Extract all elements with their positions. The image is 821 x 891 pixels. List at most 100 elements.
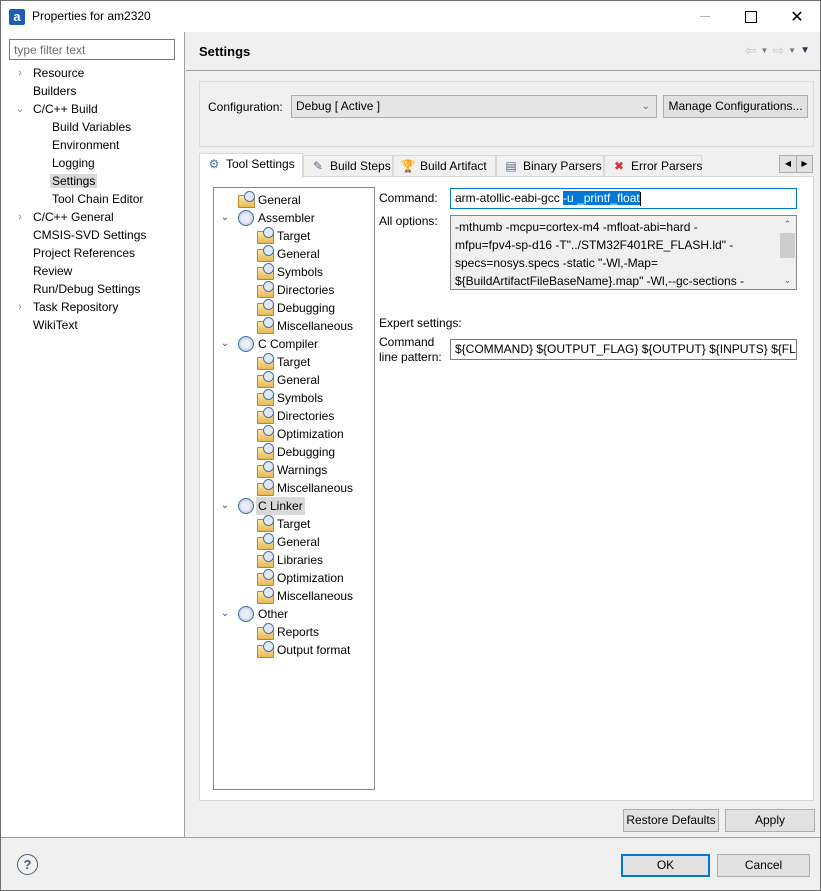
scroll-up-icon[interactable]: ⌃ [779, 216, 796, 233]
help-icon[interactable]: ? [17, 854, 38, 875]
cancel-button[interactable]: Cancel [717, 854, 810, 877]
forward-icon[interactable]: ⇨ [772, 42, 784, 59]
chevron-right-icon[interactable]: › [15, 64, 25, 82]
nav-item-task-repository[interactable]: › Task Repository [18, 298, 120, 316]
tool-tree-item-directories[interactable]: Directories [214, 281, 374, 299]
command-line-pattern-input[interactable]: ${COMMAND} ${OUTPUT_FLAG} ${OUTPUT} ${IN… [450, 339, 797, 360]
restore-defaults-button[interactable]: Restore Defaults [623, 809, 719, 832]
tab-scroll-right-icon[interactable]: ▶ [796, 156, 812, 172]
tab-tool-settings[interactable]: ⚙ Tool Settings [199, 153, 303, 178]
tool-tree-item-directories[interactable]: Directories [214, 407, 374, 425]
chevron-down-icon[interactable]: ⌄ [220, 209, 230, 227]
nav-item-label: C/C++ General [33, 210, 114, 224]
tool-tree-item-other[interactable]: ⌄ Other [214, 605, 374, 623]
tool-tree-item-c-compiler[interactable]: ⌄ C Compiler [214, 335, 374, 353]
manage-configurations-button[interactable]: Manage Configurations... [663, 95, 808, 118]
tool-tree-item-general[interactable]: General [214, 371, 374, 389]
tab-build-steps[interactable]: ✎ Build Steps [303, 155, 393, 177]
minimize-button[interactable] [682, 1, 728, 32]
option-category-folder-icon [257, 623, 274, 640]
pattern-label-line2: line pattern: [379, 350, 442, 364]
maximize-button[interactable] [728, 1, 774, 32]
option-category-folder-icon [257, 389, 274, 406]
properties-dialog: a Properties for am2320 ✕ › Resource Build… [0, 0, 821, 891]
tool-tree-item-warnings[interactable]: Warnings [214, 461, 374, 479]
forward-history-dropdown-icon[interactable]: ▼ [788, 46, 796, 55]
option-category-folder-icon [257, 443, 274, 460]
nav-item-run-debug-settings[interactable]: Run/Debug Settings [31, 280, 142, 298]
tool-tree-item-symbols[interactable]: Symbols [214, 263, 374, 281]
chevron-right-icon[interactable]: › [15, 208, 25, 226]
nav-item-builders[interactable]: Builders [31, 82, 78, 100]
tool-tree-item-label: Debugging [277, 301, 336, 315]
nav-item-label: Task Repository [33, 300, 119, 314]
chevron-down-icon[interactable]: ⌄ [220, 605, 230, 623]
nav-item-cmsis-svd-settings[interactable]: CMSIS-SVD Settings [31, 226, 148, 244]
nav-item-project-references[interactable]: Project References [31, 244, 137, 262]
chevron-right-icon[interactable]: › [15, 298, 25, 316]
tool-tree-item-general[interactable]: General [214, 533, 374, 551]
scroll-down-icon[interactable]: ⌄ [779, 272, 796, 289]
chevron-down-icon[interactable]: ⌄ [220, 497, 230, 515]
tool-tree-item-libraries[interactable]: Libraries [214, 551, 374, 569]
tool-tree-item-debugging[interactable]: Debugging [214, 299, 374, 317]
scroll-thumb[interactable] [780, 233, 795, 258]
tool-tree-item-debugging[interactable]: Debugging [214, 443, 374, 461]
tool-tree-item-general[interactable]: General [214, 245, 374, 263]
back-history-dropdown-icon[interactable]: ▼ [761, 46, 769, 55]
tool-tree-item-miscellaneous[interactable]: Miscellaneous [214, 317, 374, 335]
option-category-folder-icon [257, 515, 274, 532]
nav-item-resource[interactable]: › Resource [18, 64, 86, 82]
tool-tree-item-target[interactable]: Target [214, 227, 374, 245]
configuration-select[interactable]: Debug [ Active ] ⌄ [291, 95, 657, 118]
tool-tree-item-symbols[interactable]: Symbols [214, 389, 374, 407]
nav-item-logging[interactable]: Logging [50, 154, 97, 172]
nav-item-tool-chain-editor[interactable]: Tool Chain Editor [50, 190, 145, 208]
tool-tree-item-output-format[interactable]: Output format [214, 641, 374, 659]
tab-error-parsers[interactable]: ✖ Error Parsers [604, 155, 702, 177]
filter-input[interactable] [9, 39, 175, 60]
tab-build-artifact[interactable]: 🏆 Build Artifact [393, 155, 496, 177]
chevron-down-icon[interactable]: ⌄ [15, 100, 25, 118]
option-category-folder-icon [257, 551, 274, 568]
apply-button[interactable]: Apply [725, 809, 815, 832]
option-category-folder-icon [238, 191, 255, 208]
ok-button[interactable]: OK [621, 854, 710, 877]
tool-tree-item-miscellaneous[interactable]: Miscellaneous [214, 479, 374, 497]
option-category-folder-icon [257, 569, 274, 586]
tool-tree-item-label: Warnings [277, 463, 328, 477]
tool-tree-item-target[interactable]: Target [214, 515, 374, 533]
tool-tree-item-assembler[interactable]: ⌄ Assembler [214, 209, 374, 227]
option-category-folder-icon [257, 533, 274, 550]
option-category-folder-icon [257, 299, 274, 316]
app-icon: a [9, 9, 25, 25]
tool-tree-item-optimization[interactable]: Optimization [214, 425, 374, 443]
nav-item-review[interactable]: Review [31, 262, 74, 280]
tool-tree-item-miscellaneous[interactable]: Miscellaneous [214, 587, 374, 605]
nav-item-c-c-build[interactable]: ⌄ C/C++ Build [15, 100, 100, 118]
tool-tree-item-optimization[interactable]: Optimization [214, 569, 374, 587]
tool-tree-item-target[interactable]: Target [214, 353, 374, 371]
tool-tree-item-label: Target [277, 229, 311, 243]
nav-item-build-variables[interactable]: Build Variables [50, 118, 133, 136]
nav-item-c-c-general[interactable]: › C/C++ General [18, 208, 116, 226]
view-menu-icon[interactable]: ▼ [800, 45, 810, 56]
tool-tree-item-c-linker[interactable]: ⌄ C Linker [214, 497, 374, 515]
tool-tree-item-general[interactable]: General [214, 191, 374, 209]
all-options-textarea[interactable]: -mthumb -mcpu=cortex-m4 -mfloat-abi=hard… [450, 215, 797, 290]
command-input[interactable]: arm-atollic-eabi-gcc -u _printf_float [450, 188, 797, 209]
tab-label: Build Steps [330, 159, 391, 173]
option-category-folder-icon [257, 425, 274, 442]
tool-tree-item-label: Symbols [277, 391, 324, 405]
tab-binary-parsers[interactable]: ▤ Binary Parsers [496, 155, 604, 177]
tab-scroll-left-icon[interactable]: ◀ [780, 156, 796, 172]
title-bar: a Properties for am2320 ✕ [1, 1, 820, 32]
nav-item-wikitext[interactable]: WikiText [31, 316, 80, 334]
nav-item-settings[interactable]: Settings [50, 172, 98, 190]
back-icon[interactable]: ⇦ [745, 42, 757, 59]
close-button[interactable]: ✕ [774, 1, 820, 32]
nav-item-environment[interactable]: Environment [50, 136, 121, 154]
chevron-down-icon[interactable]: ⌄ [220, 335, 230, 353]
tool-tree-item-reports[interactable]: Reports [214, 623, 374, 641]
all-options-scrollbar[interactable]: ⌃ ⌄ [779, 216, 796, 289]
